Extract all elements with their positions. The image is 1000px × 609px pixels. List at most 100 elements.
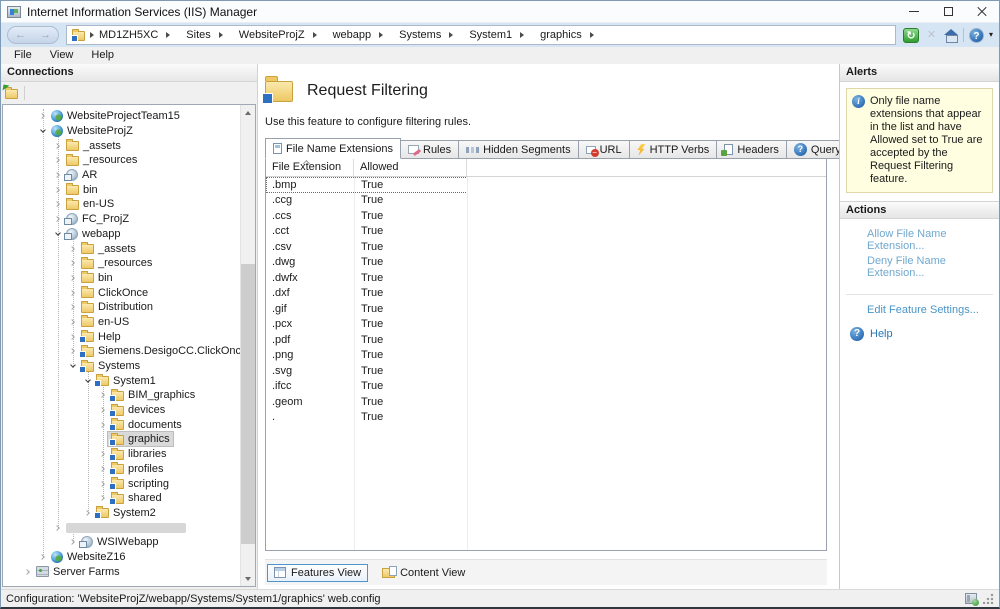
- tree-node[interactable]: shared: [108, 491, 165, 505]
- column-header-allowed[interactable]: Allowed: [354, 159, 467, 176]
- tree-item[interactable]: en-US: [3, 315, 240, 330]
- tree-expander-icon[interactable]: [68, 537, 78, 547]
- tree-item[interactable]: libraries: [3, 447, 240, 462]
- table-row[interactable]: .pdf True: [266, 332, 468, 348]
- tree-item[interactable]: Help: [3, 329, 240, 344]
- tree-expander-icon[interactable]: [98, 405, 108, 415]
- maximize-button[interactable]: [931, 1, 965, 22]
- tree-node[interactable]: WebsiteProjectTeam15: [48, 109, 183, 123]
- tree-node[interactable]: WebsiteZ16: [48, 550, 129, 564]
- table-row[interactable]: .dwg True: [266, 255, 468, 271]
- tree-expander-icon[interactable]: [53, 155, 63, 165]
- tree-node[interactable]: BIM_graphics: [108, 388, 198, 402]
- tree-node[interactable]: FC_ProjZ: [63, 212, 132, 226]
- tree-node[interactable]: System2: [93, 506, 159, 520]
- edit-feature-settings-link[interactable]: Edit Feature Settings...: [867, 304, 999, 316]
- filter-tab[interactable]: HTTP Verbs: [629, 140, 718, 159]
- tree-node[interactable]: documents: [108, 418, 185, 432]
- help-action[interactable]: ? Help: [850, 327, 999, 341]
- tree-expander-icon[interactable]: [53, 170, 63, 180]
- view-tab[interactable]: Content View: [376, 565, 471, 581]
- tree-expander-icon[interactable]: [68, 346, 78, 356]
- tree-item[interactable]: devices: [3, 403, 240, 418]
- table-row[interactable]: .csv True: [266, 239, 468, 255]
- tree-item[interactable]: WebsiteProjectTeam15: [3, 109, 240, 124]
- tree-expander-icon[interactable]: [53, 141, 63, 151]
- table-row[interactable]: .svg True: [266, 363, 468, 379]
- tree-node[interactable]: devices: [108, 403, 168, 417]
- tree-expander-icon[interactable]: [98, 493, 108, 503]
- tree-item[interactable]: Distribution: [3, 300, 240, 315]
- tree-item[interactable]: ClickOnce: [3, 285, 240, 300]
- tree-expander-icon[interactable]: [68, 361, 78, 371]
- tree-expander-icon[interactable]: [83, 376, 93, 386]
- tree-node[interactable]: en-US: [63, 197, 117, 211]
- tree-node[interactable]: [63, 521, 189, 535]
- tree-expander-icon[interactable]: [98, 464, 108, 474]
- table-row[interactable]: . True: [266, 410, 468, 426]
- tree-expander-icon[interactable]: [38, 126, 48, 136]
- breadcrumb[interactable]: MD1ZH5XC Sites WebsiteProjZ webapp Syste…: [66, 25, 896, 45]
- help-button[interactable]: ?: [969, 28, 984, 43]
- tree-item[interactable]: webapp: [3, 227, 240, 242]
- breadcrumb-segment[interactable]: webapp: [333, 29, 384, 41]
- table-row[interactable]: .pcx True: [266, 317, 468, 333]
- filter-tab[interactable]: Headers: [716, 140, 787, 159]
- action-link[interactable]: Allow File Name Extension...: [867, 228, 999, 252]
- tree-expander-icon[interactable]: [68, 273, 78, 283]
- tree-expander-icon[interactable]: [98, 434, 108, 444]
- tree-item[interactable]: System2: [3, 506, 240, 521]
- refresh-button[interactable]: ↻: [903, 28, 919, 43]
- tree-item[interactable]: shared: [3, 491, 240, 506]
- tree-expander-icon[interactable]: [38, 552, 48, 562]
- tree-expander-icon[interactable]: [68, 332, 78, 342]
- filter-tab[interactable]: Rules: [400, 140, 459, 159]
- tree-item[interactable]: en-US: [3, 197, 240, 212]
- tree-node[interactable]: profiles: [108, 462, 166, 476]
- tree-node[interactable]: Siemens.DesigoCC.ClickOnce: [78, 344, 240, 358]
- tree-node[interactable]: WebsiteProjZ: [48, 124, 136, 138]
- tree-node[interactable]: ClickOnce: [78, 286, 151, 300]
- tree-item[interactable]: _resources: [3, 256, 240, 271]
- tree-node[interactable]: en-US: [78, 315, 132, 329]
- tree-node[interactable]: scripting: [108, 477, 172, 491]
- tree-node[interactable]: Server Farms: [33, 565, 123, 579]
- breadcrumb-segment[interactable]: Systems: [399, 29, 453, 41]
- breadcrumb-segment[interactable]: System1: [469, 29, 524, 41]
- scroll-up-icon[interactable]: [241, 105, 256, 120]
- filter-tab[interactable]: Query Strings: [786, 140, 839, 159]
- table-row[interactable]: .ifcc True: [266, 379, 468, 395]
- tree-item[interactable]: _resources: [3, 153, 240, 168]
- filter-tab[interactable]: Hidden Segments: [458, 140, 578, 159]
- tree-item[interactable]: _assets: [3, 241, 240, 256]
- forward-button[interactable]: →: [40, 30, 51, 41]
- stop-button[interactable]: ✕: [924, 28, 939, 43]
- table-row[interactable]: .dxf True: [266, 286, 468, 302]
- tree-expander-icon[interactable]: [68, 258, 78, 268]
- tree-expander-icon[interactable]: [53, 199, 63, 209]
- tree-item[interactable]: graphics: [3, 432, 240, 447]
- tree-expander-icon[interactable]: [53, 523, 63, 533]
- tree-item[interactable]: WebsiteZ16: [3, 550, 240, 565]
- tree-item[interactable]: WebsiteProjZ: [3, 124, 240, 139]
- tree-expander-icon[interactable]: [53, 214, 63, 224]
- tree-item[interactable]: _assets: [3, 138, 240, 153]
- tree-node[interactable]: Systems: [78, 359, 143, 373]
- tree-node[interactable]: System1: [93, 374, 159, 388]
- tree-expander-icon[interactable]: [83, 508, 93, 518]
- tree-expander-icon[interactable]: [53, 185, 63, 195]
- table-row[interactable]: .dwfx True: [266, 270, 468, 286]
- tree-item[interactable]: bin: [3, 271, 240, 286]
- close-button[interactable]: [965, 1, 999, 22]
- tree-item[interactable]: scripting: [3, 476, 240, 491]
- tree-item[interactable]: documents: [3, 417, 240, 432]
- tree-item[interactable]: Siemens.DesigoCC.ClickOnce: [3, 344, 240, 359]
- tree-item[interactable]: [3, 520, 240, 535]
- scrollbar-thumb[interactable]: [241, 264, 255, 544]
- tree-node[interactable]: graphics: [108, 432, 173, 446]
- action-link[interactable]: Deny File Name Extension...: [867, 255, 999, 279]
- view-tab[interactable]: Features View: [267, 564, 368, 582]
- column-header-file-extension[interactable]: File Extension: [266, 159, 354, 176]
- table-row[interactable]: .ccg True: [266, 193, 468, 209]
- minimize-button[interactable]: [897, 1, 931, 22]
